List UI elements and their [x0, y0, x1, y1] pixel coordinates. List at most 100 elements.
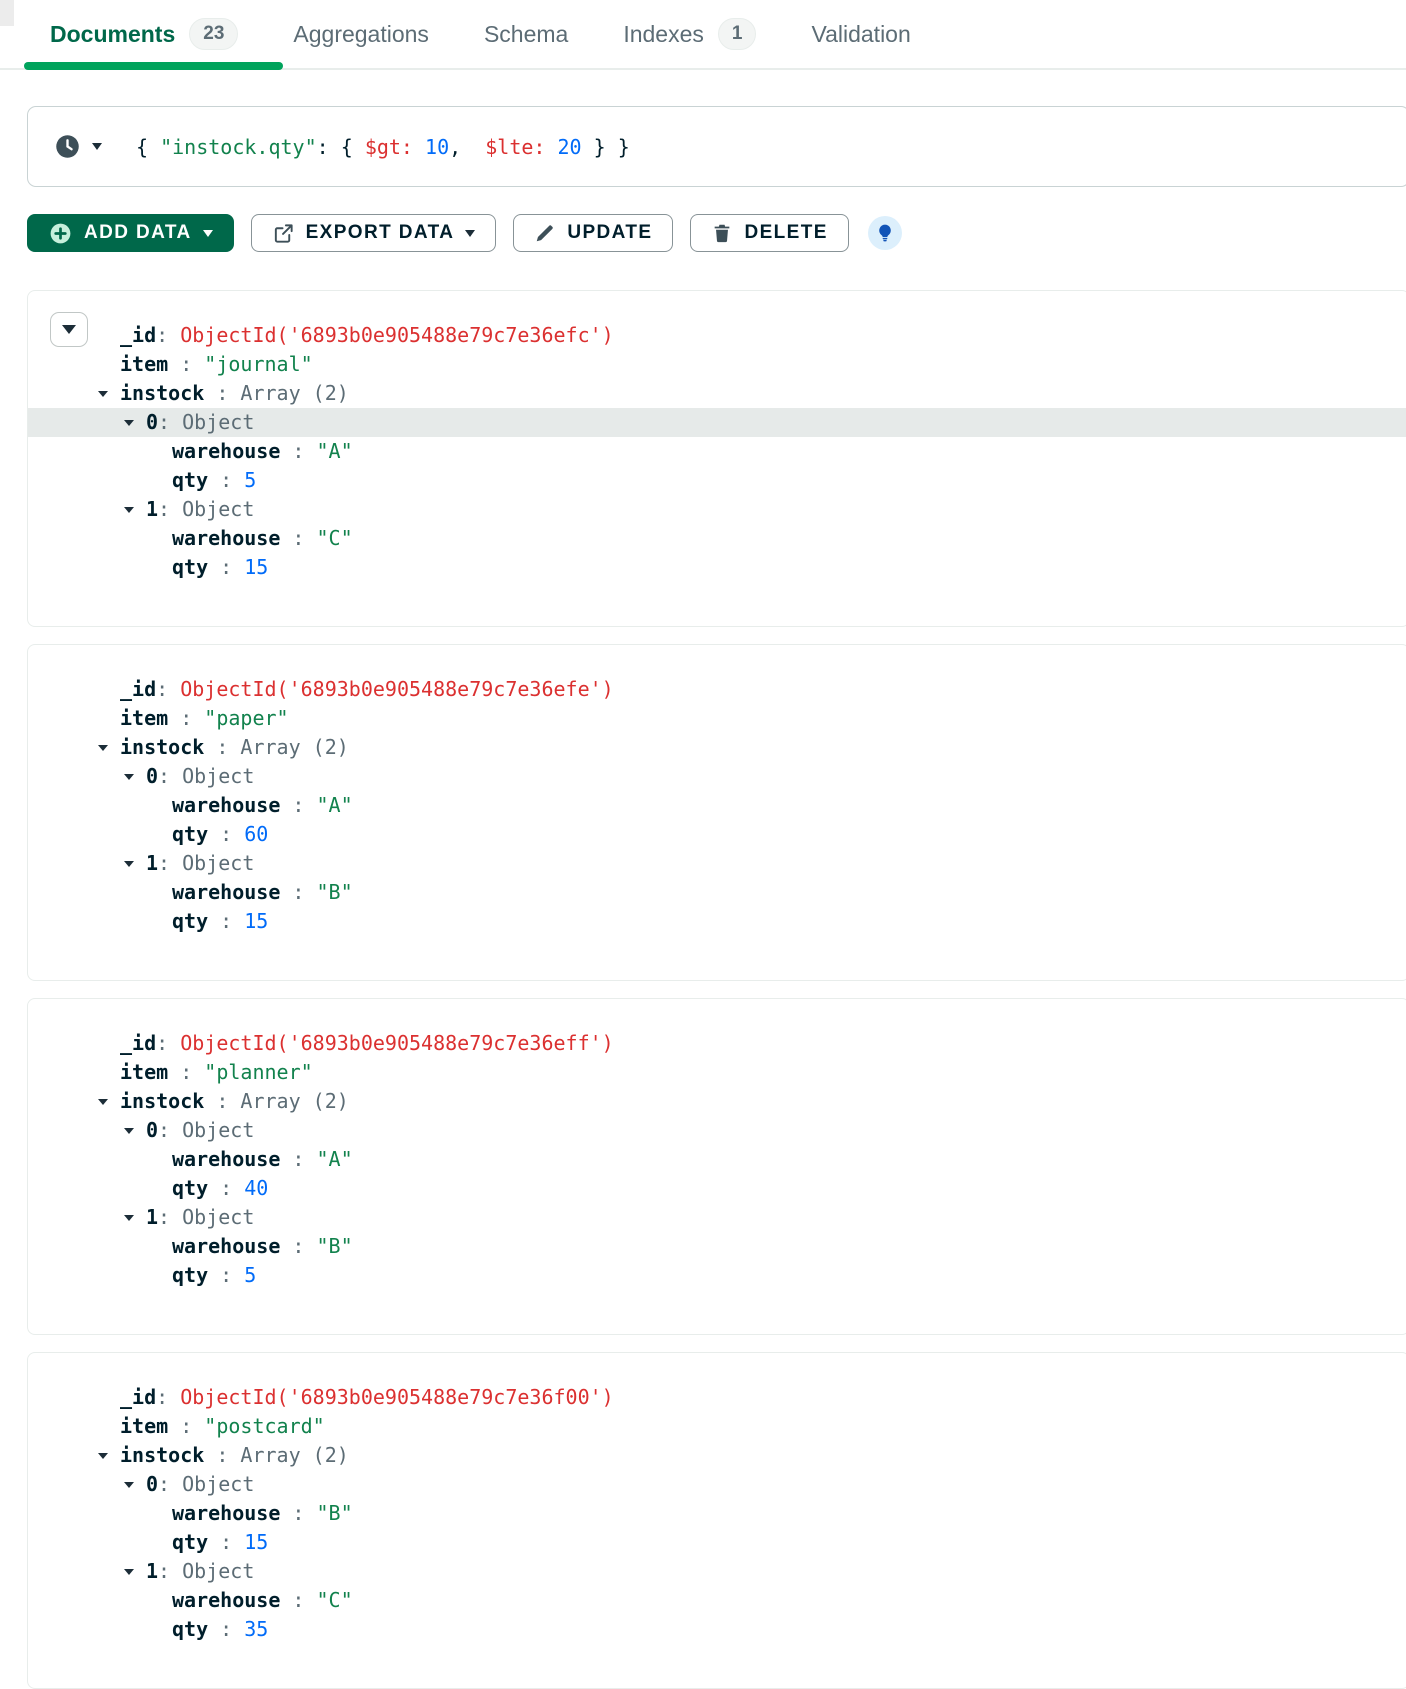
collapse-caret-icon[interactable] — [124, 1128, 146, 1134]
expand-document-button[interactable] — [50, 312, 88, 347]
document-row[interactable]: 1: Object — [28, 1557, 1406, 1586]
field-key: qty — [172, 1615, 208, 1644]
delete-button[interactable]: DELETE — [690, 214, 848, 252]
document-row[interactable]: warehouse : "B" — [28, 878, 1406, 907]
document-card: _id: ObjectId('6893b0e905488e79c7e36efc'… — [27, 290, 1406, 627]
field-key: instock — [120, 733, 204, 762]
document-row[interactable]: _id: ObjectId('6893b0e905488e79c7e36efc'… — [28, 321, 1406, 350]
field-value: "postcard" — [204, 1412, 324, 1441]
document-row[interactable]: item : "journal" — [28, 350, 1406, 379]
document-row[interactable]: qty : 60 — [28, 820, 1406, 849]
collapse-caret-icon[interactable] — [124, 420, 146, 426]
query-token: 10 — [425, 135, 449, 159]
field-value: ObjectId('6893b0e905488e79c7e36eff') — [180, 1029, 613, 1058]
query-token: 20 — [558, 135, 582, 159]
add-data-button[interactable]: ADD DATA — [27, 214, 234, 252]
document-row[interactable]: qty : 15 — [28, 553, 1406, 582]
chevron-down-icon — [124, 861, 134, 867]
field-key: item — [120, 704, 168, 733]
tab-label: Aggregations — [293, 21, 429, 48]
field-value: Array (2) — [240, 379, 348, 408]
document-row[interactable]: qty : 5 — [28, 466, 1406, 495]
document-row[interactable]: item : "postcard" — [28, 1412, 1406, 1441]
field-value: ObjectId('6893b0e905488e79c7e36f00') — [180, 1383, 613, 1412]
add-data-label: ADD DATA — [84, 222, 192, 244]
tab-documents[interactable]: Documents23 — [50, 0, 238, 68]
export-data-button[interactable]: EXPORT DATA — [251, 214, 497, 252]
collapse-caret-icon[interactable] — [98, 1453, 120, 1459]
collapse-caret-icon[interactable] — [124, 507, 146, 513]
tab-aggregations[interactable]: Aggregations — [293, 0, 429, 68]
document-row[interactable]: qty : 35 — [28, 1615, 1406, 1644]
document-row[interactable]: qty : 5 — [28, 1261, 1406, 1290]
document-row[interactable]: instock : Array (2) — [28, 733, 1406, 762]
collapse-caret-icon[interactable] — [124, 1569, 146, 1575]
document-row[interactable]: 0: Object — [28, 1470, 1406, 1499]
field-key: warehouse — [172, 791, 280, 820]
document-row[interactable]: qty : 40 — [28, 1174, 1406, 1203]
field-separator: : — [208, 553, 244, 582]
query-filter-input[interactable]: { "instock.qty": { $gt: 10, $lte: 20 } } — [136, 135, 630, 159]
tab-schema[interactable]: Schema — [484, 0, 568, 68]
field-separator: : — [158, 762, 182, 791]
collapse-caret-icon[interactable] — [124, 774, 146, 780]
field-separator: : — [158, 849, 182, 878]
document-row[interactable]: _id: ObjectId('6893b0e905488e79c7e36f00'… — [28, 1383, 1406, 1412]
field-separator: : — [168, 350, 204, 379]
document-row[interactable]: 0: Object — [28, 1116, 1406, 1145]
document-row[interactable]: instock : Array (2) — [28, 1087, 1406, 1116]
field-key: _id — [120, 675, 156, 704]
document-row[interactable]: warehouse : "B" — [28, 1499, 1406, 1528]
document-row[interactable]: qty : 15 — [28, 907, 1406, 936]
document-row[interactable]: _id: ObjectId('6893b0e905488e79c7e36efe'… — [28, 675, 1406, 704]
document-row[interactable]: warehouse : "A" — [28, 437, 1406, 466]
document-row[interactable]: item : "planner" — [28, 1058, 1406, 1087]
insights-button[interactable] — [868, 216, 902, 250]
collapse-caret-icon[interactable] — [124, 1482, 146, 1488]
document-row[interactable]: instock : Array (2) — [28, 1441, 1406, 1470]
document-row[interactable]: 1: Object — [28, 495, 1406, 524]
chevron-down-icon — [98, 1099, 108, 1105]
document-row[interactable]: 0: Object — [28, 762, 1406, 791]
collapse-caret-icon[interactable] — [124, 1215, 146, 1221]
field-separator: : — [280, 1145, 316, 1174]
field-separator: : — [280, 1232, 316, 1261]
field-value: "C" — [317, 524, 353, 553]
field-value: ObjectId('6893b0e905488e79c7e36efc') — [180, 321, 613, 350]
query-history-button[interactable] — [54, 133, 102, 160]
field-key: 0 — [146, 762, 158, 791]
field-key: 0 — [146, 1116, 158, 1145]
document-row[interactable]: warehouse : "C" — [28, 1586, 1406, 1615]
update-button[interactable]: UPDATE — [513, 214, 673, 252]
field-separator: : — [204, 1441, 240, 1470]
tab-validation[interactable]: Validation — [811, 0, 910, 68]
document-row[interactable]: warehouse : "B" — [28, 1232, 1406, 1261]
field-separator: : — [158, 1203, 182, 1232]
tab-indexes[interactable]: Indexes1 — [623, 0, 756, 68]
field-value: 60 — [244, 820, 268, 849]
field-separator: : — [158, 495, 182, 524]
field-value: Object — [182, 849, 254, 878]
field-separator: : — [208, 1174, 244, 1203]
field-key: instock — [120, 379, 204, 408]
delete-label: DELETE — [744, 222, 827, 244]
document-row[interactable]: 0: Object — [28, 408, 1406, 437]
document-row[interactable]: warehouse : "C" — [28, 524, 1406, 553]
toolbar: ADD DATA EXPORT DATA UPDATE DELETE — [27, 214, 1406, 252]
field-separator: : — [280, 1499, 316, 1528]
document-row[interactable]: 1: Object — [28, 1203, 1406, 1232]
document-row[interactable]: warehouse : "A" — [28, 1145, 1406, 1174]
field-value: Object — [182, 1203, 254, 1232]
collapse-caret-icon[interactable] — [124, 861, 146, 867]
document-row[interactable]: qty : 15 — [28, 1528, 1406, 1557]
document-row[interactable]: item : "paper" — [28, 704, 1406, 733]
query-token: , — [449, 135, 485, 159]
field-value: Array (2) — [240, 733, 348, 762]
collapse-caret-icon[interactable] — [98, 745, 120, 751]
collapse-caret-icon[interactable] — [98, 1099, 120, 1105]
document-row[interactable]: 1: Object — [28, 849, 1406, 878]
document-row[interactable]: instock : Array (2) — [28, 379, 1406, 408]
document-row[interactable]: _id: ObjectId('6893b0e905488e79c7e36eff'… — [28, 1029, 1406, 1058]
document-row[interactable]: warehouse : "A" — [28, 791, 1406, 820]
collapse-caret-icon[interactable] — [98, 391, 120, 397]
